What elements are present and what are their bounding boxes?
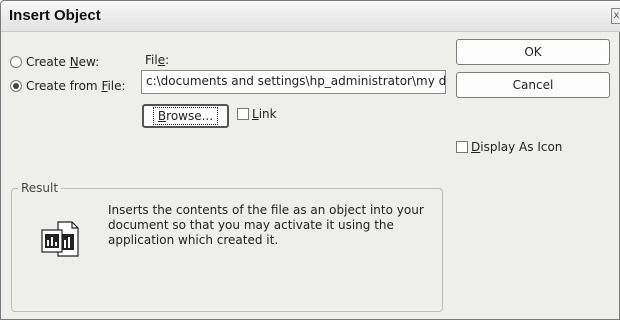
- file-label: File:: [145, 53, 170, 67]
- link-checkbox[interactable]: [237, 108, 249, 120]
- display-as-icon-checkbox[interactable]: [456, 141, 468, 153]
- create-new-label: Create New:: [26, 55, 100, 69]
- create-from-file-option[interactable]: Create from File:: [10, 79, 126, 93]
- display-as-icon-option[interactable]: Display As Icon: [456, 140, 562, 154]
- result-description: Inserts the contents of the file as an o…: [108, 203, 424, 247]
- title-bar[interactable]: Insert Object x: [1, 1, 620, 32]
- file-path-input[interactable]: c:\documents and settings\hp_administrat…: [141, 70, 446, 94]
- display-as-icon-label: Display As Icon: [471, 140, 563, 154]
- create-from-file-label: Create from File:: [26, 79, 126, 93]
- link-option[interactable]: Link: [237, 107, 277, 121]
- result-title: Result: [18, 181, 62, 195]
- dialog-title: Insert Object: [9, 7, 101, 24]
- close-icon[interactable]: x: [611, 8, 620, 24]
- create-new-radio[interactable]: [10, 56, 22, 68]
- result-groupbox: Result Inserts the contents of the file …: [11, 181, 443, 312]
- embedded-document-icon: [41, 221, 79, 257]
- browse-button-label: Browse...: [152, 107, 219, 125]
- create-new-option[interactable]: Create New:: [10, 55, 99, 69]
- browse-button[interactable]: Browse...: [142, 104, 229, 128]
- create-from-file-radio[interactable]: [10, 80, 22, 92]
- link-label: Link: [252, 107, 277, 121]
- ok-button[interactable]: OK: [456, 39, 610, 65]
- cancel-button[interactable]: Cancel: [456, 72, 610, 98]
- insert-object-dialog: Insert Object x Create New: Create from …: [0, 0, 620, 320]
